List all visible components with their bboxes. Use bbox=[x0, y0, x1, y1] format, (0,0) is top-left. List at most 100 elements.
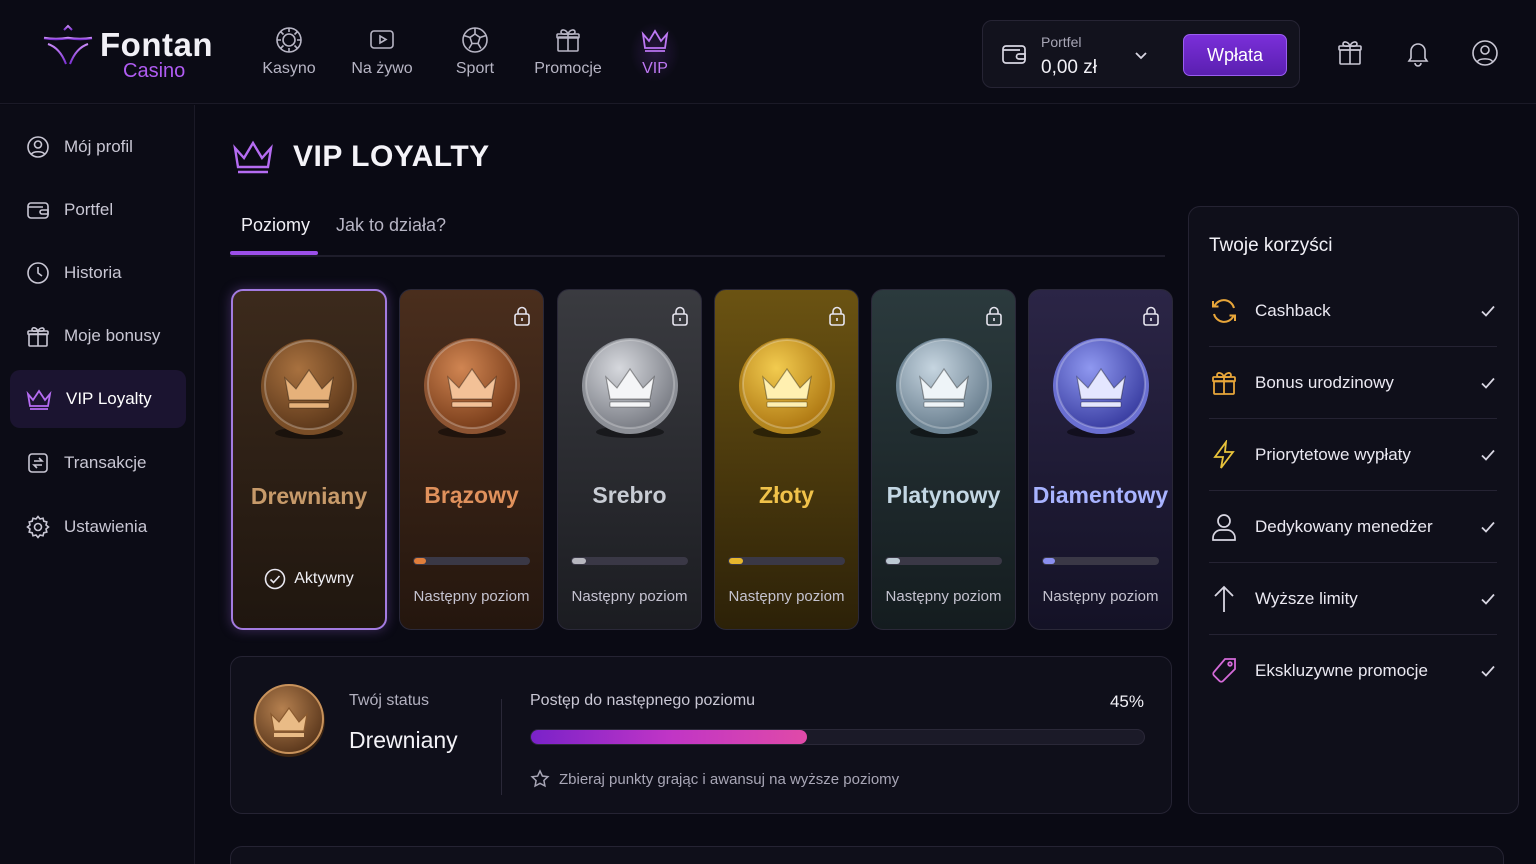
level-progress-bar bbox=[728, 557, 845, 565]
hint-text: Zbieraj punkty grając i awansuj na wyższ… bbox=[559, 770, 900, 788]
sidebar-item-history[interactable]: Historia bbox=[10, 244, 186, 302]
clock-icon bbox=[27, 262, 49, 284]
level-progress-bar bbox=[1042, 557, 1159, 565]
cashback-icon bbox=[1212, 298, 1236, 323]
benefits-panel: Twoje korzyści Cashback Bonus urodzinowy… bbox=[1188, 206, 1519, 814]
sidebar-item-label: VIP Loyalty bbox=[66, 389, 152, 408]
benefit-label: Dedykowany menedżer bbox=[1255, 516, 1433, 536]
level-card-drewniany[interactable]: Drewniany Aktywny bbox=[231, 289, 387, 630]
sidebar-item-bonuses[interactable]: Moje bonusy bbox=[10, 307, 186, 365]
next-level-label: Następny poziom bbox=[885, 588, 1002, 605]
nav-label: Kasyno bbox=[262, 60, 316, 77]
wallet-widget[interactable]: Portfel 0,00 zł Wpłata bbox=[982, 20, 1300, 88]
crown-coin-icon bbox=[261, 339, 357, 439]
crown-icon bbox=[233, 140, 273, 174]
gift-icon[interactable] bbox=[1337, 39, 1363, 67]
crown-icon bbox=[641, 29, 669, 52]
nav-sport[interactable]: Sport bbox=[430, 22, 520, 86]
level-name: Platynowy bbox=[886, 482, 1001, 508]
level-card-diamentowy[interactable]: Diamentowy Następny poziom bbox=[1028, 289, 1173, 630]
status-value: Drewniany bbox=[349, 727, 458, 753]
benefit-item: Cashback bbox=[1209, 275, 1497, 347]
sidebar: Mój profil Portfel Historia Moje bonusy … bbox=[0, 105, 195, 864]
level-name: Złoty bbox=[759, 482, 814, 508]
nav-label: Na żywo bbox=[351, 60, 413, 77]
casino-chip-icon bbox=[276, 27, 302, 53]
level-name: Drewniany bbox=[250, 483, 368, 509]
sidebar-item-profile[interactable]: Mój profil bbox=[10, 118, 186, 176]
check-icon bbox=[1481, 521, 1495, 533]
check-icon bbox=[1481, 593, 1495, 605]
level-card-złoty[interactable]: Złoty Następny poziom bbox=[714, 289, 859, 630]
page-title: VIP LOYALTY bbox=[293, 140, 490, 173]
benefit-item: Bonus urodzinowy bbox=[1209, 347, 1497, 419]
crown-icon bbox=[26, 389, 52, 410]
chevron-down-icon[interactable] bbox=[1133, 47, 1149, 63]
progress-percent: 45% bbox=[1109, 692, 1144, 711]
nav-na-zywo[interactable]: Na żywo bbox=[337, 22, 427, 86]
divider bbox=[501, 699, 502, 795]
level-progress-fill bbox=[572, 558, 587, 564]
wooden-crown-coin-icon bbox=[253, 684, 325, 757]
benefit-icon bbox=[1209, 439, 1239, 470]
nav-kasyno[interactable]: Kasyno bbox=[244, 22, 334, 86]
next-level-label: Następny poziom bbox=[1042, 588, 1159, 605]
tab-poziomy[interactable]: Poziomy bbox=[241, 215, 310, 236]
benefit-item: Dedykowany menedżer bbox=[1209, 491, 1497, 563]
level-card-brązowy[interactable]: Brązowy Następny poziom bbox=[399, 289, 544, 630]
check-circle-icon bbox=[264, 568, 286, 590]
logo[interactable]: Fontan Casino bbox=[40, 22, 220, 86]
status-panel: Twój status Drewniany Postęp do następne… bbox=[230, 656, 1172, 814]
gift-icon bbox=[27, 327, 49, 347]
live-play-icon bbox=[370, 30, 394, 49]
level-card-platynowy[interactable]: Platynowy Następny poziom bbox=[871, 289, 1016, 630]
sidebar-item-wallet[interactable]: Portfel bbox=[10, 181, 186, 239]
level-card-srebro[interactable]: Srebro Następny poziom bbox=[557, 289, 702, 630]
nav-promocje[interactable]: Promocje bbox=[523, 22, 613, 86]
next-level-label: Następny poziom bbox=[728, 588, 845, 605]
lock-icon bbox=[514, 306, 530, 326]
nav-label: Promocje bbox=[534, 60, 602, 77]
fountain-logo-icon bbox=[43, 24, 93, 80]
tag-icon bbox=[1212, 658, 1236, 683]
level-name: Diamentowy bbox=[1032, 482, 1169, 508]
lock-icon bbox=[1143, 306, 1159, 326]
user-icon bbox=[1212, 513, 1236, 541]
bell-icon[interactable] bbox=[1405, 39, 1431, 67]
deposit-button[interactable]: Wpłata bbox=[1183, 34, 1287, 76]
tab-bar: Poziomy Jak to działa? bbox=[230, 205, 1165, 257]
benefit-item: Wyższe limity bbox=[1209, 563, 1497, 635]
wallet-icon bbox=[27, 202, 49, 219]
crown-coin-icon bbox=[895, 338, 992, 438]
progress-bar bbox=[530, 729, 1145, 745]
transactions-icon bbox=[28, 453, 48, 473]
benefit-icon bbox=[1209, 512, 1239, 542]
level-progress-bar bbox=[571, 557, 688, 565]
sidebar-item-label: Transakcje bbox=[64, 453, 147, 472]
nav-label: VIP bbox=[642, 60, 668, 77]
active-badge: Aktywny bbox=[233, 568, 385, 590]
level-name: Srebro bbox=[592, 482, 667, 508]
benefit-label: Ekskluzywne promocje bbox=[1255, 661, 1428, 680]
level-progress-fill bbox=[1043, 558, 1055, 564]
sidebar-item-label: Moje bonusy bbox=[64, 326, 161, 345]
progress-bar-fill bbox=[531, 730, 807, 744]
nav-vip[interactable]: VIP bbox=[610, 22, 700, 86]
progress-label: Postęp do następnego poziomu bbox=[530, 692, 756, 709]
lock-icon bbox=[986, 306, 1002, 326]
user-icon[interactable] bbox=[1471, 39, 1499, 67]
sidebar-item-settings[interactable]: Ustawienia bbox=[10, 498, 186, 556]
gift-icon bbox=[1212, 371, 1236, 395]
bottom-panel bbox=[230, 846, 1504, 864]
status-label: Twój status bbox=[349, 692, 430, 709]
tab-jak-to-dziala[interactable]: Jak to działa? bbox=[336, 215, 446, 236]
check-icon bbox=[1481, 449, 1495, 461]
sidebar-item-transactions[interactable]: Transakcje bbox=[10, 434, 186, 492]
level-progress-bar bbox=[885, 557, 1002, 565]
check-icon bbox=[1481, 665, 1495, 677]
sidebar-item-vip-loyalty[interactable]: VIP Loyalty bbox=[10, 370, 186, 428]
next-level-label: Następny poziom bbox=[571, 588, 688, 605]
crown-coin-icon bbox=[581, 338, 678, 438]
next-level-label: Następny poziom bbox=[413, 588, 530, 605]
brand-name: Fontan bbox=[100, 26, 213, 63]
